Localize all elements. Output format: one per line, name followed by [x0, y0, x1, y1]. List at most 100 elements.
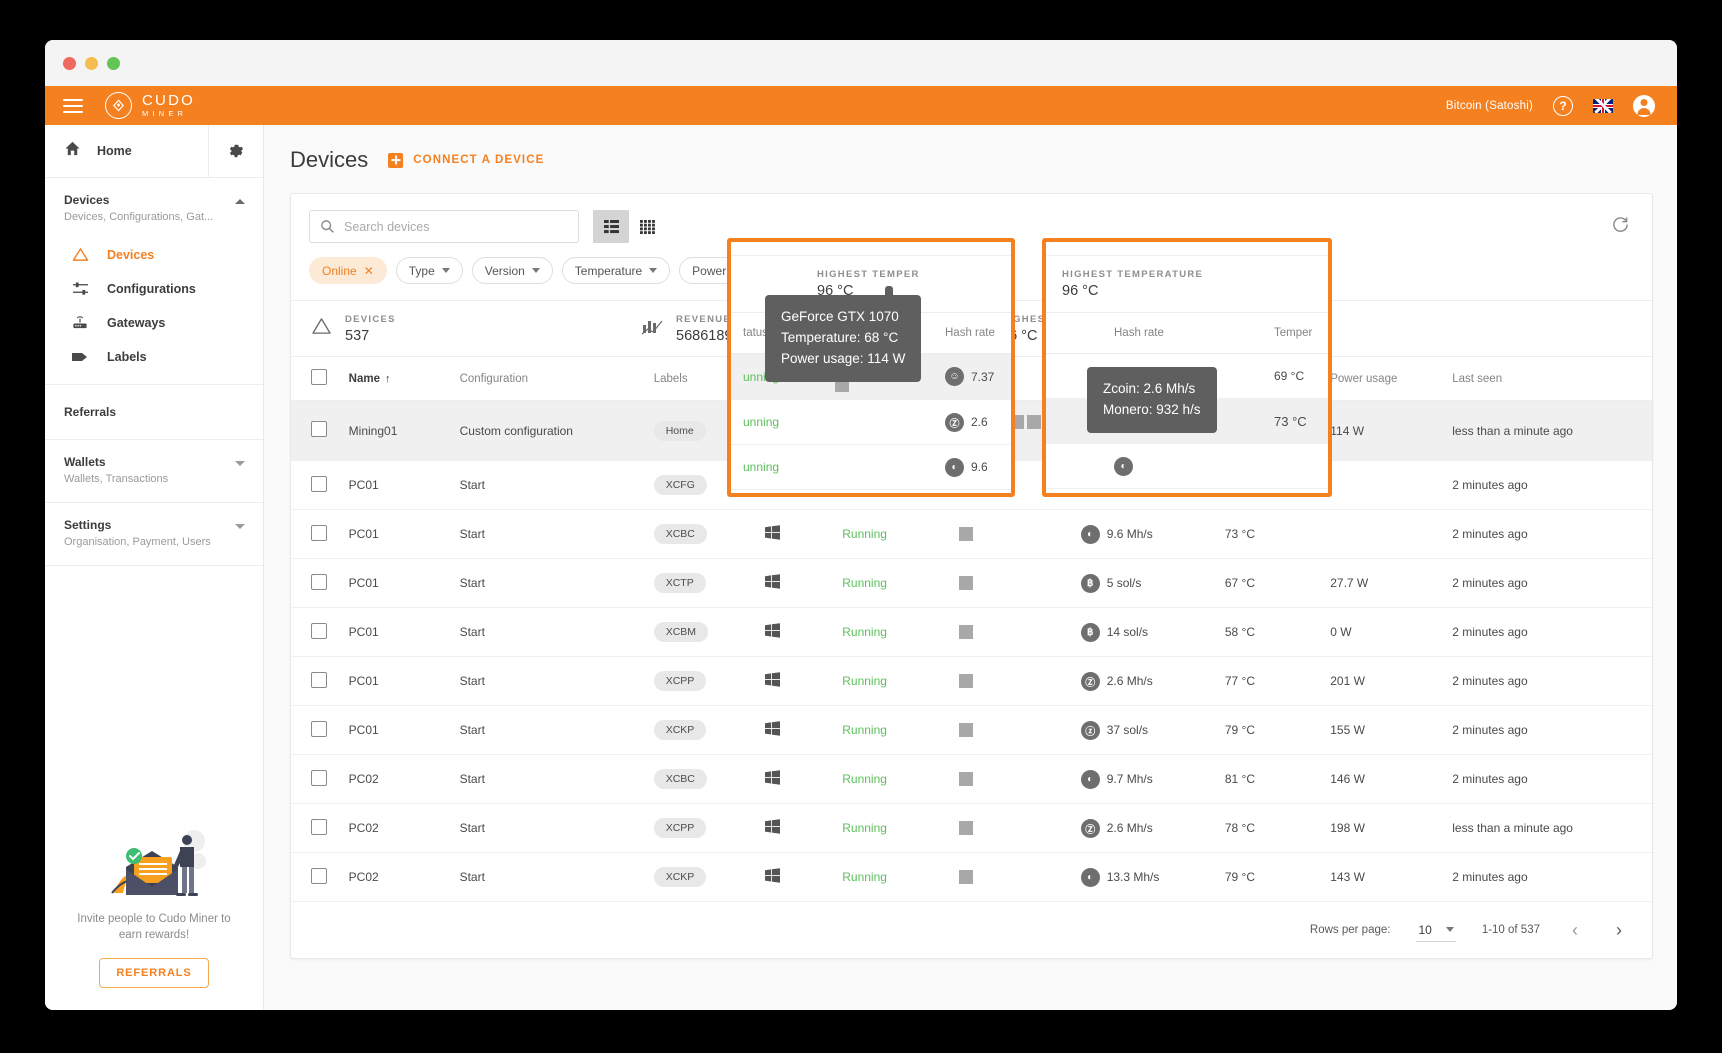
- sidebar-group-wallets-header[interactable]: Wallets Wallets, Transactions: [45, 454, 263, 488]
- select-all-checkbox[interactable]: [311, 369, 327, 385]
- table-row[interactable]: PC01StartXCBCRunning◐9.6 Mh/s73 °C2 minu…: [291, 510, 1652, 559]
- table-row[interactable]: PC02StartXCBCRunning◐9.7 Mh/s81 °C146 W2…: [291, 755, 1652, 804]
- table-row[interactable]: PC01StartXCBMRunning฿14 sol/s58 °C0 W2 m…: [291, 608, 1652, 657]
- table-row[interactable]: PC02StartXCPPRunningⓏ2.6 Mh/s78 °C198 Wl…: [291, 804, 1652, 853]
- filter-chip-type-label: Type: [409, 264, 435, 278]
- chevron-left-icon[interactable]: ‹: [1566, 920, 1584, 941]
- currency-selector[interactable]: Bitcoin (Satoshi): [1446, 100, 1533, 112]
- sidebar-item-labels[interactable]: Labels: [45, 340, 263, 374]
- hash-tooltip-zcoin: Zcoin: 2.6 Mh/s: [1103, 379, 1201, 400]
- table-row[interactable]: PC02StartXCKPRunning◐13.3 Mh/s79 °C143 W…: [291, 853, 1652, 902]
- cell-configuration: Start: [460, 804, 654, 853]
- row-checkbox-cell: [291, 608, 349, 657]
- referral-promo-text: Invite people to Cudo Miner to earn rewa…: [67, 911, 241, 944]
- grid-view-icon[interactable]: [629, 210, 665, 243]
- account-circle-icon[interactable]: [1633, 95, 1655, 117]
- chevron-down-icon: [532, 268, 540, 273]
- cell-labels: XCKP: [654, 706, 765, 755]
- filter-chip-type[interactable]: Type: [396, 257, 463, 284]
- cell-name: PC01: [349, 559, 460, 608]
- overlay-right-row[interactable]: ◐: [1046, 444, 1328, 489]
- row-checkbox-cell: [291, 755, 349, 804]
- help-circle-icon[interactable]: ?: [1553, 96, 1573, 116]
- row-checkbox[interactable]: [311, 476, 327, 492]
- overlay-left-row[interactable]: unning ◐ 9.6: [731, 445, 1011, 490]
- sidebar-group-settings-header[interactable]: Settings Organisation, Payment, Users: [45, 517, 263, 551]
- uk-flag-icon[interactable]: [1593, 99, 1613, 113]
- bitcoin-coin-icon: ฿: [1081, 574, 1100, 593]
- sidebar-item-referrals[interactable]: Referrals: [45, 385, 263, 440]
- cell-gpus: [959, 559, 1081, 608]
- overlay-left-row-hash: Ⓩ 2.6: [945, 413, 988, 432]
- sidebar-item-configurations[interactable]: Configurations: [45, 272, 263, 306]
- close-window-button[interactable]: [63, 57, 76, 70]
- filter-chip-temperature[interactable]: Temperature: [562, 257, 670, 284]
- maximize-window-button[interactable]: [107, 57, 120, 70]
- cell-gpus: [959, 804, 1081, 853]
- cell-status: Running: [842, 706, 958, 755]
- gpu-grid: [959, 527, 1053, 541]
- view-toggle-group: [593, 210, 665, 243]
- cell-status: Running: [842, 657, 958, 706]
- row-checkbox[interactable]: [311, 819, 327, 835]
- cell-temperature: 67 °C: [1225, 559, 1330, 608]
- referrals-button[interactable]: REFERRALS: [99, 958, 208, 988]
- overlay-left-row[interactable]: unning Ⓩ 2.6: [731, 400, 1011, 445]
- cell-status: Running: [842, 804, 958, 853]
- zcoin-coin-icon: Ⓩ: [1081, 819, 1100, 838]
- gpu-tooltip-device-name: GeForce GTX 1070: [781, 307, 905, 328]
- refresh-icon[interactable]: [1607, 211, 1634, 243]
- row-checkbox[interactable]: [311, 623, 327, 639]
- column-header-last-seen[interactable]: Last seen: [1452, 357, 1652, 401]
- rows-per-page-select[interactable]: 10: [1416, 919, 1455, 942]
- windows-icon: [765, 676, 780, 690]
- windows-icon: [765, 578, 780, 592]
- row-checkbox[interactable]: [311, 672, 327, 688]
- sidebar-item-home[interactable]: Home: [45, 125, 209, 177]
- filter-chip-version[interactable]: Version: [472, 257, 553, 284]
- row-checkbox[interactable]: [311, 574, 327, 590]
- sidebar-item-devices[interactable]: Devices: [45, 238, 263, 272]
- overlay-left-row-hash: ☺ 7.37: [945, 367, 994, 386]
- cell-temperature: 73 °C: [1225, 510, 1330, 559]
- cell-type: [765, 755, 843, 804]
- row-checkbox[interactable]: [311, 868, 327, 884]
- cell-configuration: Start: [460, 853, 654, 902]
- sidebar-group-devices-header[interactable]: Devices Devices, Configurations, Gat...: [45, 192, 263, 226]
- stat-devices-label: DEVICES: [345, 314, 396, 325]
- hamburger-menu-icon[interactable]: [63, 99, 83, 113]
- search-icon: [320, 219, 335, 239]
- table-row[interactable]: PC01StartXCTPRunning฿5 sol/s67 °C27.7 W2…: [291, 559, 1652, 608]
- search-input[interactable]: [309, 210, 579, 243]
- chevron-down-icon[interactable]: [235, 524, 245, 529]
- connect-a-device-label: CONNECT A DEVICE: [413, 154, 544, 166]
- chevron-down-icon[interactable]: [235, 461, 245, 466]
- table-row[interactable]: PC01StartXCPPRunningⓏ2.6 Mh/s77 °C201 W2…: [291, 657, 1652, 706]
- row-checkbox[interactable]: [311, 770, 327, 786]
- sidebar-group-subtitle: Devices, Configurations, Gat...: [64, 209, 235, 226]
- table-row[interactable]: PC01StartXCKPRunningⓩ37 sol/s79 °C155 W2…: [291, 706, 1652, 755]
- connect-a-device-button[interactable]: CONNECT A DEVICE: [388, 153, 544, 168]
- row-checkbox[interactable]: [311, 721, 327, 737]
- chevron-up-icon[interactable]: [235, 199, 245, 204]
- gpu-grid: [959, 870, 1053, 884]
- column-header-power-usage[interactable]: Power usage: [1330, 357, 1452, 401]
- list-view-icon[interactable]: [593, 210, 629, 243]
- column-header-configuration[interactable]: Configuration: [460, 357, 654, 401]
- cell-name: PC02: [349, 853, 460, 902]
- close-icon[interactable]: ✕: [364, 265, 374, 277]
- filter-chip-version-label: Version: [485, 264, 525, 278]
- column-header-name[interactable]: Name↑: [349, 357, 460, 401]
- row-checkbox[interactable]: [311, 525, 327, 541]
- row-checkbox-cell: [291, 804, 349, 853]
- filter-chip-online[interactable]: Online ✕: [309, 257, 387, 284]
- cell-power-usage: 143 W: [1330, 853, 1452, 902]
- cell-labels: XCBC: [654, 755, 765, 804]
- filter-chip-online-label: Online: [322, 264, 357, 278]
- sidebar-item-gateways[interactable]: Gateways: [45, 306, 263, 340]
- row-checkbox[interactable]: [311, 421, 327, 437]
- sidebar-group-settings-subtitle: Organisation, Payment, Users: [64, 534, 235, 551]
- chevron-right-icon[interactable]: ›: [1610, 920, 1628, 941]
- gear-icon[interactable]: [209, 142, 263, 160]
- minimize-window-button[interactable]: [85, 57, 98, 70]
